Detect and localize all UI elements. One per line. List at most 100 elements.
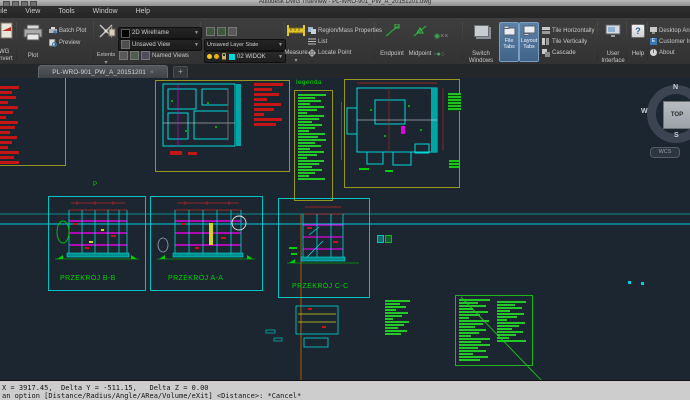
- tile-horizontal-icon: [542, 27, 550, 34]
- viewcube-top-face[interactable]: TOP: [663, 101, 690, 129]
- locate-point-button[interactable]: Locate Point: [308, 49, 351, 57]
- floor-plan-2: [346, 82, 444, 172]
- desktop-analytics-icon: [650, 27, 657, 34]
- boxed-notes: [455, 295, 533, 366]
- switch-windows-button[interactable]: Switch Windows: [466, 24, 496, 64]
- dwg-convert-button[interactable]: DWGConvert: [0, 22, 16, 62]
- view-tool-icon: [141, 51, 150, 60]
- layout-tabs-toggle[interactable]: Layout Tabs: [519, 22, 539, 62]
- endpoint-icon: [385, 23, 400, 37]
- detail-mark: [377, 235, 384, 243]
- layer-freeze-icon: [214, 54, 219, 59]
- file-tab-bar: PL-WRO-901_PW_A_20151201 × +: [0, 64, 690, 79]
- detail-mark: [628, 281, 631, 284]
- green-note-column: [459, 299, 493, 362]
- green-note-column: [497, 301, 529, 343]
- viewcube-south[interactable]: S: [674, 132, 679, 139]
- legend-box: [294, 90, 333, 201]
- view-icon: [121, 40, 130, 49]
- about-button[interactable]: i About: [650, 49, 675, 56]
- tab-close-icon[interactable]: ×: [150, 69, 154, 76]
- view-tool-icon: [119, 51, 128, 60]
- cascade-button[interactable]: Cascade: [542, 49, 576, 57]
- legend-items: [298, 94, 328, 181]
- green-note-block: [449, 160, 459, 168]
- tile-horizontally-button[interactable]: Tile Horizontally: [542, 27, 594, 34]
- layer-state-dropdown[interactable]: Unsaved Layer State ▼: [204, 38, 286, 51]
- endpoint-button[interactable]: Endpoint: [378, 23, 406, 57]
- dimension-line: [341, 102, 342, 160]
- pan-hand-icon[interactable]: [107, 25, 117, 37]
- detail-drawing: [265, 305, 339, 348]
- midpoint-button[interactable]: Midpoint: [406, 24, 434, 57]
- green-note-block: [448, 93, 461, 111]
- layer-tool-icon: [217, 27, 226, 36]
- ribbon: DWGConvert Plot Batch Plot Preview Exten…: [0, 18, 690, 76]
- help-icon: ?: [631, 24, 645, 38]
- batch-plot-icon: [49, 27, 57, 34]
- layer-dropdown[interactable]: 02 WIDOK ▼: [204, 50, 286, 63]
- preview-icon: [49, 39, 57, 47]
- list-button[interactable]: List: [308, 38, 327, 45]
- command-line-panel[interactable]: X = 3917.45, Delta Y = -511.15, Delta Z …: [0, 380, 690, 400]
- file-tab-active[interactable]: PL-WRO-901_PW_A_20151201 ×: [38, 65, 168, 79]
- layout-tabs-icon: [523, 25, 535, 36]
- customer-involvement-button[interactable]: E Customer Inv: [650, 38, 690, 45]
- detail-mark: [641, 282, 644, 285]
- viewcube-wcs-menu[interactable]: WCS: [650, 147, 680, 158]
- drawing-canvas[interactable]: legenda P PRZEKRÓJ B-B PRZEKRÓJ A-A PRZE…: [0, 78, 690, 380]
- measure-button[interactable]: Measure ▾: [284, 24, 308, 64]
- red-schedule-block: [0, 86, 21, 166]
- switch-windows-icon: [473, 25, 489, 37]
- command-history-line: X = 3917.45, Delta Y = -511.15, Delta Z …: [2, 384, 209, 392]
- user-interface-icon: [605, 24, 621, 37]
- section-drawing-cc: [287, 206, 359, 264]
- region-icon: [308, 27, 316, 34]
- legend-title: legenda: [296, 79, 322, 86]
- visual-style-icon: [121, 28, 130, 38]
- locate-point-icon: [308, 49, 316, 57]
- layer-tools[interactable]: [206, 27, 237, 36]
- desktop-analytics-button[interactable]: Desktop Anal: [650, 27, 690, 34]
- tile-vertical-icon: [542, 38, 549, 45]
- section-bb-label: PRZEKRÓJ B-B: [60, 275, 116, 282]
- file-tabs-icon: [503, 25, 515, 36]
- about-icon: i: [650, 49, 657, 56]
- plot-button[interactable]: Plot: [20, 24, 46, 59]
- lock-icon: [222, 53, 226, 60]
- visual-style-dropdown[interactable]: 2D Wireframe ▼: [118, 27, 202, 39]
- marker-p: P: [93, 182, 98, 188]
- section-aa-label: PRZEKRÓJ A-A: [168, 275, 224, 282]
- named-views-button[interactable]: Named Views: [119, 51, 189, 60]
- layer-on-icon: [207, 54, 212, 59]
- batch-plot-button[interactable]: Batch Plot: [49, 27, 86, 34]
- viewport-plan-2: [344, 79, 460, 188]
- layer-tool-icon: [228, 27, 237, 36]
- help-button[interactable]: ? Help: [629, 24, 647, 57]
- layer-tool-icon: [206, 27, 215, 36]
- section-cc-label: PRZEKRÓJ C-C: [292, 283, 349, 290]
- green-note-block: [385, 300, 412, 336]
- list-icon: [308, 38, 316, 45]
- file-tabs-toggle[interactable]: File Tabs: [499, 22, 519, 62]
- tile-vertically-button[interactable]: Tile Vertically: [542, 38, 587, 45]
- region-mass-properties-button[interactable]: Region/Mass Properties: [308, 27, 382, 34]
- printer-icon: [23, 24, 43, 41]
- app-window: Autodesk DWG TrueView - PL-WRO-901_PW_A_…: [0, 0, 690, 400]
- cascade-icon: [542, 49, 550, 57]
- command-prompt-line: an option [Distance/Radius/Angle/ARea/Vo…: [2, 392, 302, 400]
- ruler-icon: [287, 25, 305, 36]
- preview-button[interactable]: Preview: [49, 39, 80, 47]
- viewport-plan-1: [155, 80, 290, 172]
- user-interface-button[interactable]: User Interface: [600, 24, 626, 64]
- detail-mark: [385, 235, 392, 243]
- view-tool-icon: [130, 51, 139, 60]
- viewcube-west[interactable]: W: [641, 108, 648, 115]
- customer-involvement-icon: E: [650, 38, 657, 45]
- midpoint-icon: [413, 25, 427, 37]
- red-schedule-block: [254, 83, 286, 128]
- viewcube-north[interactable]: N: [673, 84, 678, 91]
- view-dropdown[interactable]: Unsaved View ▼: [118, 38, 202, 51]
- layer-color-swatch: [229, 53, 235, 60]
- window-title: Autodesk DWG TrueView - PL-WRO-901_PW_A_…: [258, 0, 432, 5]
